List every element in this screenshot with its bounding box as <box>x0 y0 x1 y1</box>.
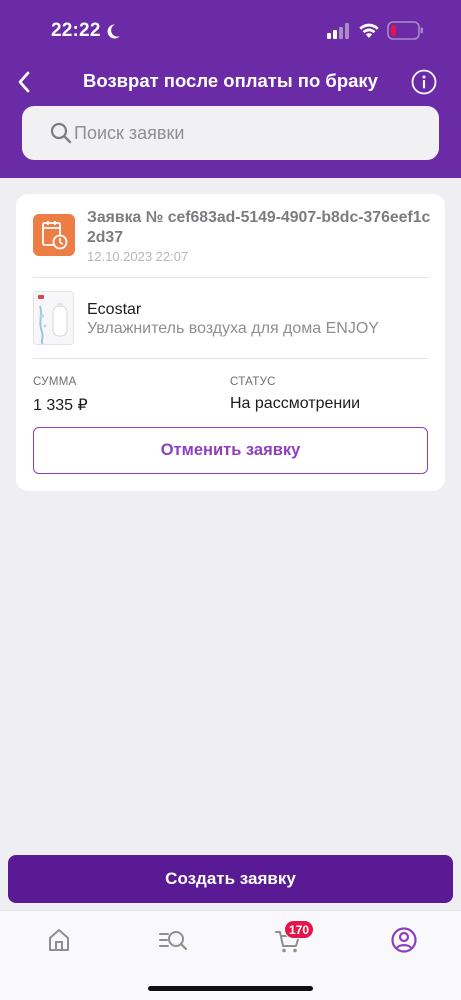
status-value: На рассмотрении <box>230 395 361 412</box>
request-card[interactable]: Заявка № cef683ad-5149-4907-b8dc-376eef1… <box>16 194 445 491</box>
home-indicator <box>148 986 313 991</box>
calendar-clock-icon <box>42 221 68 250</box>
chevron-left-icon <box>18 71 30 93</box>
home-icon <box>49 929 69 951</box>
status-label: СТАТУС <box>230 376 276 388</box>
divider <box>33 358 428 359</box>
profile-icon <box>391 927 417 953</box>
sum-value: 1 335 ₽ <box>33 397 88 414</box>
product-name: Увлажнитель воздуха для дома ENJOY <box>87 320 379 337</box>
request-title: Заявка № cef683ad-5149-4907-b8dc-376eef1… <box>87 209 431 246</box>
cellular-signal-icon <box>327 23 349 39</box>
header: 22:22 Возврат после оплаты по браку <box>0 0 461 178</box>
info-icon <box>411 69 437 95</box>
status-bar: 22:22 <box>0 0 461 60</box>
cart-count-badge: 170 <box>284 920 315 939</box>
search-box[interactable] <box>22 106 439 160</box>
status-time: 22:22 <box>51 20 101 41</box>
moon-icon <box>107 24 120 39</box>
search-input[interactable] <box>74 106 424 160</box>
back-button[interactable] <box>6 64 42 100</box>
product-brand: Ecostar <box>87 301 142 318</box>
wifi-icon <box>359 23 379 38</box>
create-request-button[interactable]: Создать заявку <box>8 855 453 903</box>
cancel-request-button[interactable]: Отменить заявку <box>33 427 428 474</box>
catalog-search-icon <box>159 931 188 951</box>
battery-icon <box>387 21 423 40</box>
nav-bar: Возврат после оплаты по браку <box>0 60 461 104</box>
request-calendar-icon <box>33 214 75 256</box>
tab-home[interactable] <box>44 925 74 955</box>
tab-catalog[interactable] <box>158 925 188 955</box>
tab-profile[interactable] <box>389 925 419 955</box>
divider <box>33 277 428 278</box>
info-button[interactable] <box>410 68 438 96</box>
request-date: 12.10.2023 22:07 <box>87 249 189 264</box>
sum-label: СУММА <box>33 376 77 388</box>
page-title: Возврат после оплаты по браку <box>83 70 378 91</box>
search-icon <box>50 122 72 144</box>
product-image <box>33 291 74 345</box>
